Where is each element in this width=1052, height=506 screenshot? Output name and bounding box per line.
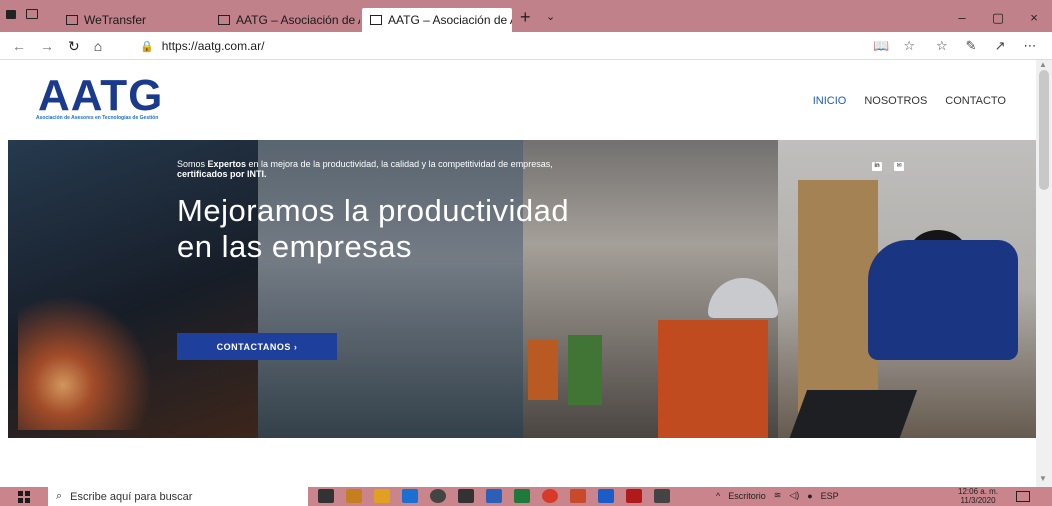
photos-icon[interactable] <box>654 489 670 503</box>
tab-aatg-1[interactable]: AATG – Asociación de Asesc <box>210 8 360 32</box>
media-icon[interactable] <box>430 489 446 503</box>
edge-icon[interactable] <box>598 489 614 503</box>
wifi-icon[interactable]: ≋ <box>774 490 782 501</box>
tab-label: AATG – Asociación de Asesc <box>236 13 360 27</box>
favorite-star-icon[interactable]: ☆ <box>903 38 915 54</box>
forward-icon[interactable]: → <box>40 38 54 55</box>
tab-label: WeTransfer <box>84 13 147 27</box>
app-tray-icon[interactable]: ● <box>807 491 812 501</box>
minimize-button[interactable]: – <box>944 10 980 26</box>
set-aside-tabs-icon[interactable] <box>6 9 16 19</box>
logo-subtitle: Asociación de Asesores en Tecnologías de… <box>36 115 159 121</box>
tab-list-chevron-icon[interactable]: ⌄ <box>546 10 555 23</box>
tagline-certified: certificados por INTI. <box>177 169 267 179</box>
nav-buttons: ← → ↻ ⌂ <box>12 38 102 55</box>
linkedin-icon[interactable]: in <box>872 162 882 171</box>
mail-icon[interactable]: ✉ <box>894 162 904 171</box>
menu-item-contacto[interactable]: CONTACTO <box>945 95 1006 107</box>
menu-item-nosotros[interactable]: NOSOTROS <box>864 95 927 107</box>
search-icon: ⌕ <box>56 490 63 502</box>
social-links: in ✉ <box>872 162 904 171</box>
tab-label: AATG – Asociación de A <box>388 13 512 27</box>
language-indicator[interactable]: ESP <box>821 491 839 501</box>
pen-icon[interactable]: ✎ <box>966 38 977 54</box>
browser-tab-bar: WeTransfer AATG – Asociación de Asesc AA… <box>0 0 1052 32</box>
url-field[interactable]: 🔒 https://aatg.com.ar/ 📖 ☆ <box>140 36 915 56</box>
clock-date: 11/3/2020 <box>960 496 996 505</box>
powerpoint-icon[interactable] <box>570 489 586 503</box>
contact-button[interactable]: CONTACTANOS › <box>177 333 337 360</box>
excel-icon[interactable] <box>514 489 530 503</box>
search-placeholder[interactable]: Escribe aquí para buscar <box>70 491 192 503</box>
system-tray: ^ Escritorio ≋ ◁) ● ESP <box>716 490 839 501</box>
tab-preview-icon[interactable] <box>26 9 38 19</box>
page-scrollbar[interactable]: ▲ ▼ <box>1036 60 1052 487</box>
calculator-icon[interactable] <box>458 489 474 503</box>
hero-overlay <box>8 140 1036 438</box>
tab-aatg-active[interactable]: AATG – Asociación de A × <box>362 8 512 32</box>
close-window-button[interactable]: × <box>1016 10 1052 26</box>
outlook-icon[interactable] <box>402 489 418 503</box>
new-tab-button[interactable]: + <box>520 8 531 26</box>
scroll-up-icon[interactable]: ▲ <box>1039 60 1047 69</box>
notifications-icon[interactable] <box>1016 491 1030 502</box>
tab-wetransfer[interactable]: WeTransfer <box>58 8 206 32</box>
tagline-bold: Expertos <box>207 159 247 169</box>
share-icon[interactable]: ↗ <box>995 38 1006 54</box>
page-favicon-icon <box>370 15 382 25</box>
chrome-icon[interactable] <box>542 489 558 503</box>
lock-icon: 🔒 <box>140 40 154 53</box>
hero-headline: Mejoramos la productividad en las empres… <box>177 193 570 264</box>
home-icon[interactable]: ⌂ <box>94 38 102 55</box>
back-icon[interactable]: ← <box>12 38 26 55</box>
task-view-icon[interactable] <box>318 489 334 503</box>
store-icon[interactable] <box>346 489 362 503</box>
windows-start-icon[interactable] <box>18 491 30 503</box>
tagline-rest: en la mejora de la productividad, la cal… <box>246 159 553 169</box>
site-header: AATG Asociación de Asesores en Tecnologí… <box>8 60 1036 140</box>
scroll-down-icon[interactable]: ▼ <box>1039 474 1047 483</box>
hero-tagline: Somos Expertos en la mejora de la produc… <box>177 159 617 179</box>
address-bar: ← → ↻ ⌂ 🔒 https://aatg.com.ar/ 📖 ☆ ☆ ✎ ↗… <box>0 32 1052 60</box>
window-controls: – ▢ × <box>944 10 1052 26</box>
tagline-prefix: Somos <box>177 159 208 169</box>
acrobat-icon[interactable] <box>626 489 642 503</box>
desktop-label[interactable]: Escritorio <box>728 491 766 501</box>
page-favicon-icon <box>66 15 78 25</box>
refresh-icon[interactable]: ↻ <box>68 38 80 55</box>
taskbar-search[interactable]: ⌕ Escribe aquí para buscar <box>48 487 308 506</box>
url-text[interactable]: https://aatg.com.ar/ <box>162 39 265 53</box>
tab-actions <box>6 9 38 19</box>
menu-item-inicio[interactable]: INICIO <box>813 95 847 107</box>
maximize-button[interactable]: ▢ <box>980 10 1016 26</box>
favorites-icon[interactable]: ☆ <box>936 38 948 54</box>
reading-view-icon[interactable]: 📖 <box>873 38 889 54</box>
word-icon[interactable] <box>486 489 502 503</box>
volume-icon[interactable]: ◁) <box>789 490 799 501</box>
clock-time: 12:06 a. m. <box>958 487 999 496</box>
more-icon[interactable]: ⋯ <box>1023 38 1036 54</box>
toolbar-icons: ☆ ✎ ↗ ⋯ <box>936 38 1036 54</box>
chevron-up-icon[interactable]: ^ <box>716 491 720 501</box>
taskbar-apps <box>318 489 670 503</box>
main-menu: INICIO NOSOTROS CONTACTO <box>813 95 1006 107</box>
scroll-thumb[interactable] <box>1039 70 1049 190</box>
taskbar-clock[interactable]: 12:06 a. m. 11/3/2020 <box>958 487 998 505</box>
file-explorer-icon[interactable] <box>374 489 390 503</box>
page-favicon-icon <box>218 15 230 25</box>
hero-banner: Somos Expertos en la mejora de la produc… <box>8 140 1036 438</box>
windows-taskbar: ⌕ Escribe aquí para buscar ^ Escritorio … <box>0 487 1052 506</box>
site-logo[interactable]: AATG <box>38 74 163 118</box>
